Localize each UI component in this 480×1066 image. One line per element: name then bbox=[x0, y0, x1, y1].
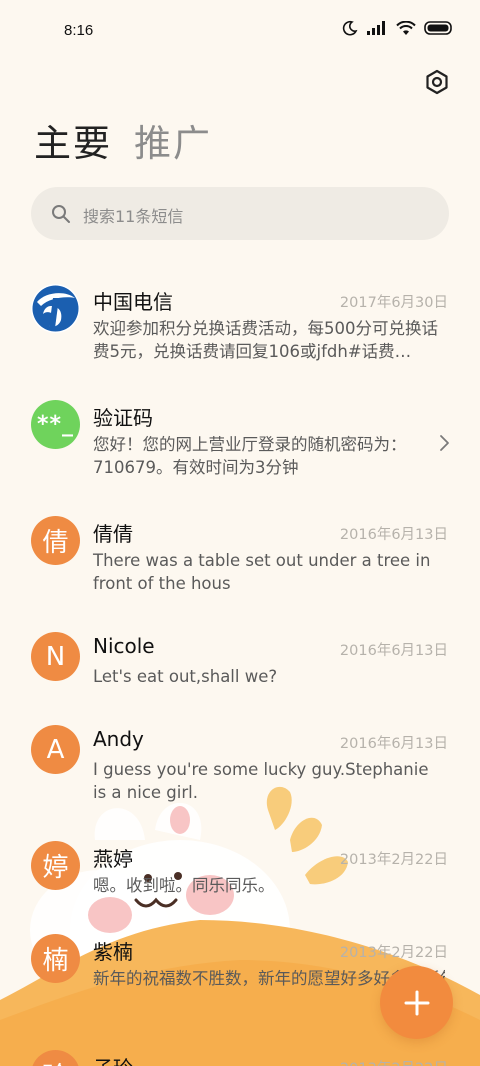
sender-name: Nicole bbox=[93, 634, 155, 658]
message-date: 2013年2月22日 bbox=[339, 852, 448, 868]
avatar: A bbox=[31, 725, 80, 774]
avatar: **_ bbox=[31, 400, 80, 449]
sender-name: Andy bbox=[93, 727, 144, 751]
message-date: 2017年6月30日 bbox=[339, 295, 448, 311]
message-date: 2013年2月22日 bbox=[340, 1057, 448, 1066]
message-preview: Let's eat out,shall we? bbox=[93, 667, 278, 686]
china-telecom-logo bbox=[31, 284, 80, 333]
status-bar: 8:16 bbox=[0, 0, 480, 62]
sender-name: 验证码 bbox=[93, 406, 153, 430]
settings-hexagon-icon bbox=[426, 69, 448, 95]
china-telecom-logo-icon bbox=[32, 285, 79, 332]
battery-icon bbox=[424, 21, 452, 35]
new-message-button[interactable] bbox=[380, 966, 453, 1039]
avatar: 倩 bbox=[31, 516, 80, 565]
signal-icon bbox=[367, 21, 385, 35]
message-preview: I guess you're some lucky guy.Stephanie … bbox=[93, 760, 429, 802]
wifi-icon bbox=[396, 20, 416, 35]
moon-icon bbox=[342, 20, 358, 36]
message-date: 2016年6月13日 bbox=[339, 643, 448, 659]
sender-name: 紫楠 bbox=[93, 940, 133, 964]
settings-button[interactable] bbox=[424, 69, 450, 95]
search-bar[interactable]: 搜索11条短信 bbox=[31, 187, 449, 240]
message-date: 2016年6月13日 bbox=[339, 736, 448, 752]
message-preview: 欢迎参加积分兑换话费活动，每500分可兑换话费5元，兑换话费请回复106或jfd… bbox=[93, 319, 438, 361]
avatar: 楠 bbox=[31, 934, 80, 983]
tab-promotions[interactable]: 推广 bbox=[134, 122, 212, 166]
search-icon bbox=[52, 205, 70, 223]
sender-name: 燕婷 bbox=[93, 847, 133, 871]
sender-name: 倩倩 bbox=[93, 522, 133, 546]
message-date: 2016年6月13日 bbox=[339, 527, 448, 543]
chevron-right-icon[interactable] bbox=[438, 434, 450, 452]
message-date: 2013年2月22日 bbox=[339, 945, 448, 961]
tab-primary[interactable]: 主要 bbox=[34, 122, 112, 166]
sender-name: 中国电信 bbox=[93, 290, 173, 314]
avatar: 婷 bbox=[31, 841, 80, 890]
status-time: 8:16 bbox=[64, 22, 94, 39]
sender-name: 子玲 bbox=[93, 1052, 133, 1066]
avatar: N bbox=[31, 632, 80, 681]
tab-bar: 主要 推广 bbox=[34, 122, 212, 166]
plus-icon bbox=[404, 990, 429, 1015]
search-input[interactable]: 搜索11条短信 bbox=[83, 203, 183, 227]
status-icons bbox=[342, 20, 454, 36]
avatar: 玲 bbox=[31, 1050, 80, 1066]
message-preview: 您好！您的网上营业厅登录的随机密码为：710679。有效时间为3分钟 bbox=[93, 435, 407, 477]
message-preview: There was a table set out under a tree i… bbox=[93, 551, 431, 593]
message-preview: 嗯。收到啦。同乐同乐。 bbox=[93, 876, 275, 895]
